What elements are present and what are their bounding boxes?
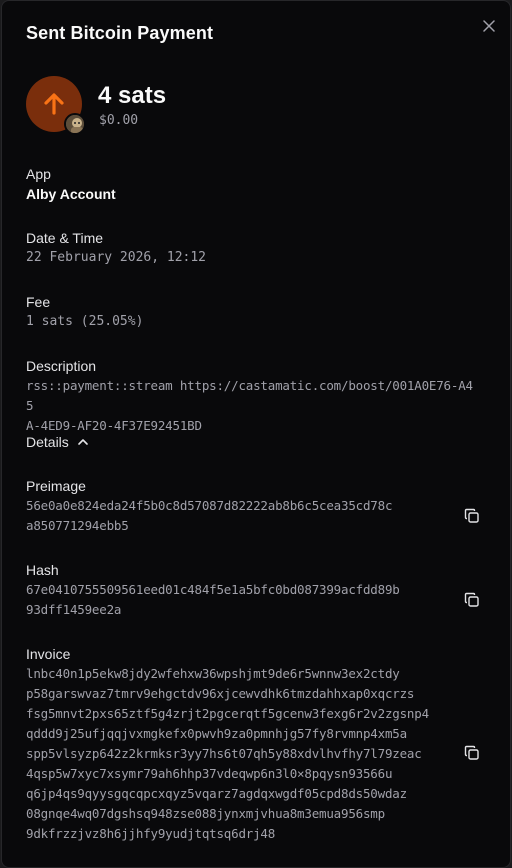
description-label: Description [26, 358, 97, 374]
arrow-up-icon [44, 93, 64, 115]
preimage-section: Preimage 56e0a0e824eda24f5b0c8d57087d822… [26, 476, 451, 536]
invoice-line: spp5vlsyzp642z2krmksr3yy7hs6t07qh5y88xdv… [26, 746, 422, 761]
invoice-line: 4qsp5w7xyc7xsymr79ah6hhp37vdeqwp6n3l0×8p… [26, 766, 393, 781]
datetime-label: Date & Time [26, 230, 104, 246]
copy-icon [464, 508, 479, 523]
fee-label: Fee [26, 294, 51, 310]
chevron-up-icon [77, 439, 88, 445]
invoice-line: 9dkfrzzjvz8h6jjhfy9yudjtqtsq6drj48 [26, 826, 276, 841]
invoice-section: Invoice lnbc40n1p5ekw8jdy2wfehxw36wpshjm… [26, 644, 456, 844]
hash-section: Hash 67e0410755509561eed01c484f5e1a5bfc0… [26, 560, 451, 620]
copy-invoice-button[interactable] [463, 744, 481, 762]
preimage-label: Preimage [26, 478, 86, 494]
close-button[interactable] [480, 17, 498, 35]
fiat-amount: $0.00 [99, 113, 139, 128]
copy-icon [464, 745, 479, 760]
fee-value: 1 sats (25.05%) [26, 314, 144, 329]
dialog-title: Sent Bitcoin Payment [26, 23, 214, 43]
app-value: Alby Account [26, 186, 116, 202]
fee-section: Fee 1 sats (25.05%) [26, 292, 456, 332]
app-label: App [26, 166, 51, 182]
hash-line: 67e0410755509561eed01c484f5e1a5bfc0bd087… [26, 582, 400, 597]
details-toggle[interactable]: Details [26, 432, 89, 452]
description-line: A-4ED9-AF20-4F37E92451BD [26, 418, 202, 433]
hash-line: 93dff1459ee2a [26, 602, 122, 617]
invoice-line: q6jp4qs9qyysgqcqpcxqyz5vqarz7agdqxwgdf05… [26, 786, 407, 801]
description-line: rss::payment::stream https://castamatic.… [26, 378, 473, 413]
app-section: App Alby Account [26, 164, 456, 204]
app-avatar [64, 113, 86, 135]
invoice-line: fsg5mnvt2pxs65ztf5g4zrjt2pgcerqtf5gcenw3… [26, 706, 429, 721]
copy-preimage-button[interactable] [463, 507, 481, 525]
copy-hash-button[interactable] [463, 591, 481, 609]
datetime-section: Date & Time 22 February 2026, 12:12 [26, 228, 456, 268]
payment-amount: 4 sats [98, 82, 167, 109]
description-section: Description rss::payment::stream https:/… [26, 356, 476, 436]
invoice-line: p58garswvaz7tmrv9ehgctdv96xjcewvdhk6tmzd… [26, 686, 415, 701]
invoice-line: qddd9j25ufjqqjvxmgkefx0pwvh9za0pmnhjg57f… [26, 726, 407, 741]
hash-label: Hash [26, 562, 59, 578]
invoice-line: lnbc40n1p5ekw8jdy2wfehxw36wpshjmt9de6r5w… [26, 666, 400, 681]
payment-dialog: Sent Bitcoin Payment 4 sats $0.00 App Al… [1, 0, 511, 868]
preimage-line: 56e0a0e824eda24f5b0c8d57087d82222ab8b6c5… [26, 498, 393, 513]
amount-row: 4 sats $0.00 [26, 76, 486, 136]
datetime-value: 22 February 2026, 12:12 [26, 250, 207, 265]
copy-icon [464, 592, 479, 607]
close-icon [483, 20, 495, 32]
details-label: Details [26, 434, 69, 450]
invoice-label: Invoice [26, 646, 71, 662]
preimage-line: a850771294ebb5 [26, 518, 129, 533]
invoice-line: 08gnqe4wq07dgshsq948zse088jynxmjvhua8m3e… [26, 806, 385, 821]
